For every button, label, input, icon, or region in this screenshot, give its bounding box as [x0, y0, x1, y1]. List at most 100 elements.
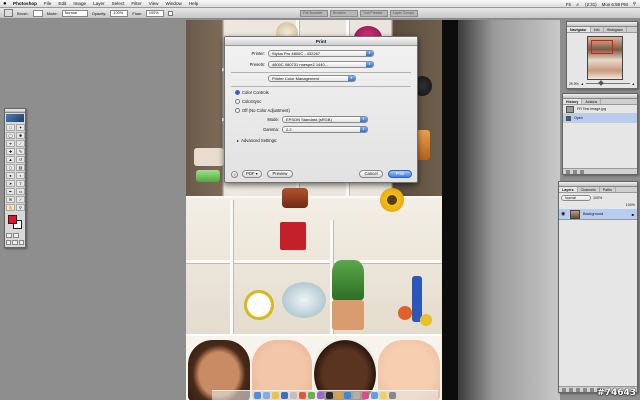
magic-wand-tool-icon[interactable]: ✱ — [16, 132, 25, 139]
printer-select[interactable]: Stylus Pro 4800C - 432267 ⇕ — [268, 50, 374, 57]
toolbox-titlebar[interactable] — [5, 109, 25, 113]
disclosure-triangle-icon[interactable]: ▸ — [237, 138, 239, 143]
shape-tool-icon[interactable]: ▭ — [16, 188, 25, 195]
link-icon[interactable] — [562, 387, 566, 392]
tab-navigator[interactable]: Navigator — [567, 27, 591, 32]
path-selection-tool-icon[interactable]: ➤ — [6, 180, 15, 187]
zoom-tool-icon[interactable]: ⚲ — [16, 204, 25, 211]
navigator-view-box[interactable] — [591, 40, 613, 54]
app-icon[interactable] — [272, 392, 279, 399]
new-group-icon[interactable] — [583, 387, 587, 392]
app-icon[interactable] — [335, 392, 342, 399]
clock[interactable]: Mon 6:59 PM — [602, 2, 628, 7]
blur-tool-icon[interactable]: ● — [6, 172, 15, 179]
app-icon[interactable] — [371, 392, 378, 399]
app-icon[interactable] — [353, 392, 360, 399]
radio-colorsync[interactable]: ColorSync — [235, 99, 261, 104]
standard-screen-mode-icon[interactable] — [6, 240, 12, 245]
tab-actions[interactable]: Actions — [582, 99, 602, 104]
advanced-settings-disclosure[interactable]: ▸ Advanced Settings: — [237, 138, 277, 143]
zoom-slider-knob[interactable] — [598, 80, 604, 86]
tab-paths[interactable]: Paths — [600, 187, 616, 192]
menu-filter[interactable]: Filter — [131, 1, 141, 6]
new-layer-icon[interactable] — [590, 387, 594, 392]
tab-history[interactable]: History — [563, 99, 583, 104]
brush-picker[interactable] — [32, 9, 43, 17]
quick-mask-mode-icon[interactable] — [13, 233, 19, 238]
zoom-status[interactable]: Fit — [566, 2, 571, 7]
mode-select[interactable]: EPSON Standard (sRGB) ⇕ — [282, 116, 368, 123]
new-snapshot-icon[interactable] — [573, 169, 577, 174]
mask-icon[interactable] — [576, 387, 580, 392]
menu-select[interactable]: Select — [112, 1, 125, 6]
eraser-tool-icon[interactable]: ▯ — [6, 164, 15, 171]
eye-icon[interactable]: ◉ — [561, 211, 567, 217]
flow-field[interactable]: 100% — [145, 9, 164, 17]
brush-tool-preset-icon[interactable] — [4, 9, 13, 17]
mode-select[interactable]: Normal — [61, 9, 88, 17]
radio-button-selected[interactable] — [235, 90, 240, 95]
well-brushes[interactable]: Brushes — [330, 10, 358, 17]
gamma-select[interactable]: 2.2 ⇕ — [282, 126, 368, 133]
trash-icon[interactable] — [389, 392, 396, 399]
airbrush-toggle-icon[interactable] — [167, 10, 173, 16]
move-tool-icon[interactable]: ✦ — [16, 124, 25, 131]
layer-opacity-value[interactable]: 100% — [593, 196, 602, 200]
layer-blend-mode-select[interactable]: Normal — [561, 195, 591, 201]
menu-help[interactable]: Help — [189, 1, 198, 6]
tab-info[interactable]: Info — [591, 27, 604, 32]
history-brush-tool-icon[interactable]: ↺ — [16, 156, 25, 163]
zoom-in-icon[interactable]: ▲ — [632, 82, 635, 86]
layer-fill-value[interactable]: 100% — [626, 203, 635, 207]
well-layer-comps[interactable]: Layer Comps — [390, 10, 418, 17]
full-screen-menu-mode-icon[interactable] — [12, 240, 18, 245]
eyedropper-tool-icon[interactable]: ✓ — [16, 196, 25, 203]
preview-button[interactable]: Preview — [267, 170, 293, 178]
hand-tool-icon[interactable]: ✋ — [6, 204, 15, 211]
tab-histogram[interactable]: Histogram — [604, 27, 627, 32]
radio-color-controls[interactable]: Color Controls — [235, 90, 269, 95]
type-tool-icon[interactable]: T — [16, 180, 25, 187]
foreground-color-swatch[interactable] — [8, 215, 17, 224]
healing-brush-tool-icon[interactable]: ✚ — [6, 148, 15, 155]
standard-mode-icon[interactable] — [6, 233, 12, 238]
dodge-tool-icon[interactable]: ◐ — [16, 172, 25, 179]
app-icon[interactable] — [263, 392, 270, 399]
radio-off[interactable]: Off (No Color Adjustment) — [235, 108, 290, 113]
well-file-browser[interactable]: File Browser — [300, 10, 328, 17]
history-item[interactable]: Open — [563, 114, 637, 123]
menu-photoshop[interactable]: Photoshop — [13, 1, 37, 6]
crop-tool-icon[interactable]: ⌖ — [6, 140, 15, 147]
tab-channels[interactable]: Channels — [578, 187, 600, 192]
menu-image[interactable]: Image — [73, 1, 86, 6]
cancel-button[interactable]: Cancel — [359, 170, 383, 178]
volume-icon[interactable]: ♬ — [576, 2, 580, 7]
notes-tool-icon[interactable]: ✉ — [6, 196, 15, 203]
app-icon[interactable] — [308, 392, 315, 399]
zoom-value[interactable]: 29.9% — [569, 82, 579, 86]
menu-edit[interactable]: Edit — [58, 1, 66, 6]
app-icon[interactable] — [299, 392, 306, 399]
finder-icon[interactable] — [254, 392, 261, 399]
pdf-button[interactable]: PDF ▾ — [242, 170, 262, 178]
app-icon[interactable] — [380, 392, 387, 399]
app-icon[interactable] — [362, 392, 369, 399]
app-icon[interactable] — [317, 392, 324, 399]
well-tool-presets[interactable]: Tool Presets — [360, 10, 388, 17]
new-document-icon[interactable] — [566, 169, 570, 174]
lasso-tool-icon[interactable]: ◯ — [6, 132, 15, 139]
presets-select[interactable]: 4800C 080731 noespe2 1440... ⇕ — [268, 61, 374, 68]
menu-window[interactable]: Window — [165, 1, 181, 6]
history-item[interactable]: FR Test Image.jpg — [563, 105, 637, 114]
radio-button[interactable] — [235, 108, 240, 113]
menu-view[interactable]: View — [149, 1, 159, 6]
gradient-tool-icon[interactable]: ▤ — [16, 164, 25, 171]
brush-tool-icon[interactable]: ✎ — [16, 148, 25, 155]
photoshop-logo-icon[interactable] — [6, 114, 24, 122]
slice-tool-icon[interactable]: ∕ — [16, 140, 25, 147]
spotlight-icon[interactable]: ⚲ — [633, 1, 636, 7]
marquee-tool-icon[interactable]: □ — [6, 124, 15, 131]
menu-file[interactable]: File — [44, 1, 51, 6]
zoom-slider[interactable] — [585, 80, 630, 86]
print-button[interactable]: Print — [388, 170, 412, 178]
